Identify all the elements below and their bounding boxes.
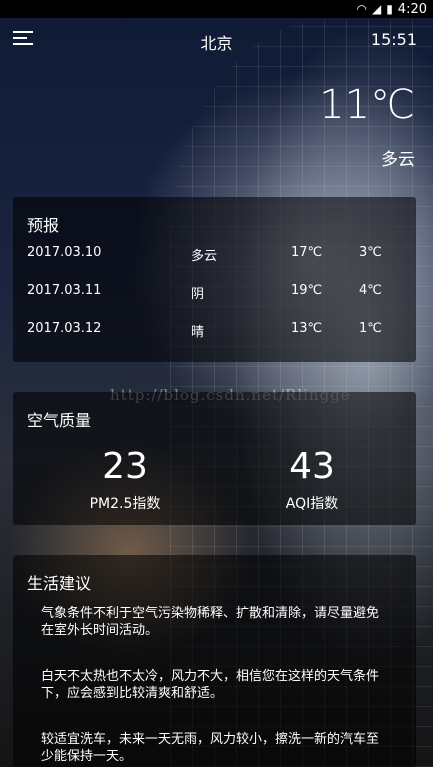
forecast-max-temp: 19℃ [291,283,323,298]
air-quality-card: 空气质量 23 PM2.5指数 43 AQI指数 [13,392,416,525]
forecast-min-temp: 4℃ [359,283,382,298]
forecast-row: 2017.03.11 阴 19℃ 4℃ [13,283,416,307]
battery-icon: ▮ [386,2,393,16]
suggestion-comfort: 气象条件不利于空气污染物稀释、扩散和清除，请尽量避免在室外长时间活动。 [41,606,380,638]
forecast-weather: 多云 [191,249,218,264]
suggestion-title: 生活建议 [27,574,92,593]
air-quality-title: 空气质量 [27,411,92,430]
forecast-weather: 阴 [191,287,205,302]
suggestion-carwash: 较适宜洗车，未来一天无雨，风力较小，擦洗一新的汽车至少能保持一天。 [41,732,380,764]
suggestion-dressing: 白天不太热也不太冷，风力不大，相信您在这样的天气条件下，应会感到比较清爽和舒适。 [41,669,380,701]
aqi-label: AQI指数 [285,496,339,512]
pm25-metric: 23 PM2.5指数 [55,447,195,513]
forecast-max-temp: 13℃ [291,321,323,336]
suggestion-card: 生活建议 气象条件不利于空气污染物稀释、扩散和清除，请尽量避免在室外长时间活动。… [13,555,416,767]
update-time: 15:51 [370,30,417,49]
current-temperature: 11℃ [319,82,415,128]
forecast-row: 2017.03.12 晴 13℃ 1℃ [13,321,416,345]
city-name: 北京 [200,34,233,53]
forecast-min-temp: 3℃ [359,245,382,260]
forecast-card: 预报 2017.03.10 多云 17℃ 3℃ 2017.03.11 阴 19℃… [13,197,416,362]
forecast-weather: 晴 [191,325,205,340]
forecast-date: 2017.03.10 [27,245,102,260]
forecast-date: 2017.03.12 [27,321,102,336]
forecast-title: 预报 [27,216,60,235]
forecast-max-temp: 17℃ [291,245,323,260]
signal-icon: ◢ [371,2,382,16]
wifi-icon: ◠ [356,2,367,16]
status-time: 4:20 [397,1,427,17]
aqi-metric: 43 AQI指数 [242,447,382,513]
pm25-value: 23 [102,446,148,487]
status-bar: ◠ ◢ ▮ 4:20 [0,0,433,18]
current-condition: 多云 [381,150,415,170]
forecast-row: 2017.03.10 多云 17℃ 3℃ [13,245,416,269]
forecast-date: 2017.03.11 [27,283,102,298]
pm25-label: PM2.5指数 [89,496,161,512]
forecast-min-temp: 1℃ [359,321,382,336]
aqi-value: 43 [289,446,335,487]
title-bar: 北京 15:51 [0,26,433,58]
